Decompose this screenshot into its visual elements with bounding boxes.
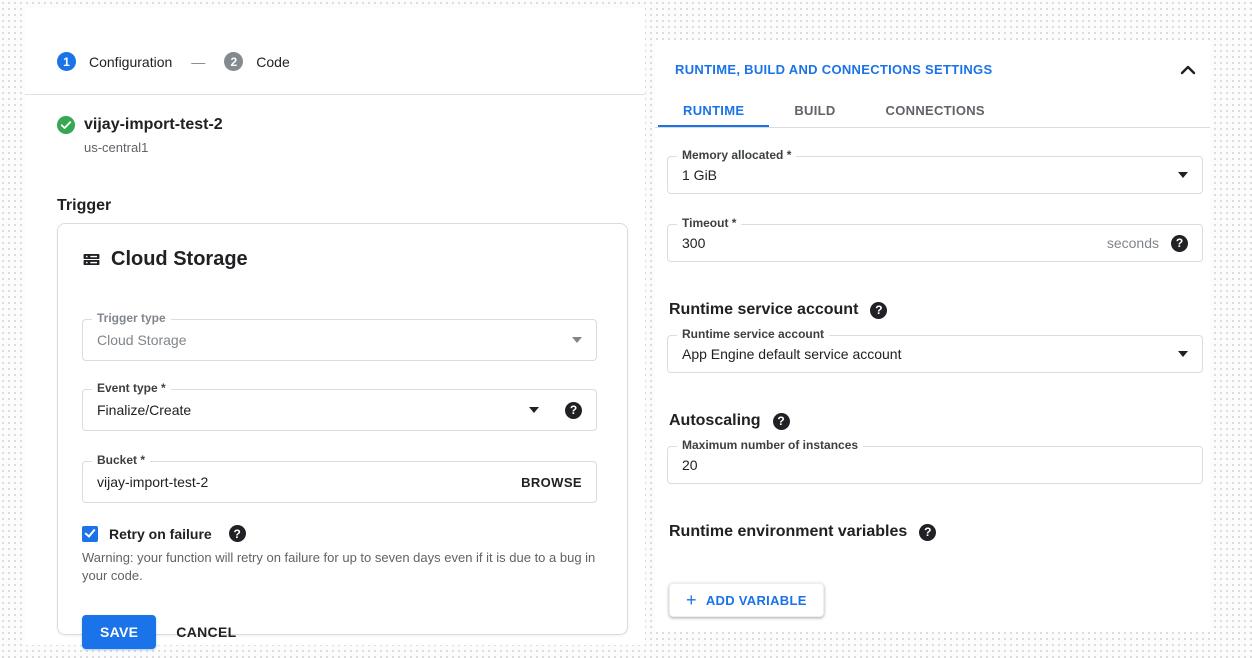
timeout-label: Timeout * — [677, 216, 741, 231]
event-type-value: Finalize/Create — [97, 402, 519, 418]
trigger-type-value: Cloud Storage — [97, 332, 562, 348]
step-1-label[interactable]: Configuration — [89, 54, 172, 70]
runtime-service-account-help-icon[interactable] — [870, 302, 887, 319]
success-check-icon — [57, 116, 75, 134]
max-instances-input[interactable]: 20 — [682, 457, 1188, 473]
function-header: vijay-import-test-2 us-central1 — [25, 95, 645, 155]
trigger-section-title: Trigger — [57, 197, 645, 215]
step-2-label[interactable]: Code — [256, 54, 289, 70]
configuration-panel: 1 Configuration — 2 Code vijay-import-te… — [25, 8, 645, 645]
runtime-env-vars-help-icon[interactable] — [919, 524, 936, 541]
runtime-service-account-label: Runtime service account — [677, 327, 829, 342]
bucket-field[interactable]: Bucket * vijay-import-test-2 BROWSE — [82, 461, 597, 503]
function-region: us-central1 — [57, 134, 645, 155]
retry-checkbox[interactable] — [82, 526, 98, 542]
wizard-stepper: 1 Configuration — 2 Code — [25, 8, 645, 71]
chevron-down-icon — [1178, 351, 1188, 357]
bucket-label: Bucket * — [92, 453, 150, 468]
max-instances-label: Maximum number of instances — [677, 438, 863, 453]
chevron-down-icon — [572, 337, 582, 343]
memory-allocated-select[interactable]: Memory allocated * 1 GiB — [667, 156, 1203, 194]
timeout-help-icon[interactable] — [1171, 235, 1188, 252]
save-button[interactable]: SAVE — [82, 615, 156, 649]
runtime-env-vars-heading: Runtime environment variables — [669, 523, 907, 541]
step-separator: — — [185, 54, 211, 70]
event-type-select[interactable]: Event type * Finalize/Create — [82, 389, 597, 431]
step-2-badge[interactable]: 2 — [224, 52, 243, 71]
tab-connections[interactable]: CONNECTIONS — [861, 94, 1010, 127]
trigger-card-title: Cloud Storage — [111, 248, 248, 271]
settings-tabs: RUNTIME BUILD CONNECTIONS — [655, 94, 1210, 128]
plus-icon — [686, 591, 697, 609]
autoscaling-heading: Autoscaling — [669, 412, 761, 430]
memory-allocated-label: Memory allocated * — [677, 148, 796, 163]
form-actions: SAVE CANCEL — [82, 615, 597, 649]
trigger-card: Cloud Storage Trigger type Cloud Storage… — [57, 223, 628, 635]
retry-label[interactable]: Retry on failure — [109, 526, 212, 542]
tab-build[interactable]: BUILD — [769, 94, 860, 127]
runtime-service-account-select[interactable]: Runtime service account App Engine defau… — [667, 335, 1203, 373]
runtime-service-account-heading: Runtime service account — [669, 301, 858, 319]
trigger-type-label: Trigger type — [92, 311, 171, 326]
retry-help-icon[interactable] — [229, 525, 246, 542]
tab-runtime[interactable]: RUNTIME — [658, 94, 769, 127]
cloud-storage-icon — [82, 250, 101, 269]
settings-header-label[interactable]: RUNTIME, BUILD AND CONNECTIONS SETTINGS — [675, 62, 992, 77]
chevron-down-icon — [529, 407, 539, 413]
runtime-settings-panel: RUNTIME, BUILD AND CONNECTIONS SETTINGS … — [655, 40, 1210, 632]
chevron-up-icon[interactable] — [1180, 65, 1196, 75]
autoscaling-help-icon[interactable] — [773, 413, 790, 430]
max-instances-field[interactable]: Maximum number of instances 20 — [667, 446, 1203, 484]
memory-allocated-value: 1 GiB — [682, 167, 1168, 183]
cancel-button[interactable]: CANCEL — [176, 624, 236, 640]
add-variable-label: ADD VARIABLE — [706, 593, 807, 608]
settings-accordion-header[interactable]: RUNTIME, BUILD AND CONNECTIONS SETTINGS — [655, 40, 1210, 77]
timeout-unit: seconds — [1107, 235, 1159, 251]
chevron-down-icon — [1178, 172, 1188, 178]
step-1-badge[interactable]: 1 — [57, 52, 76, 71]
runtime-service-account-value: App Engine default service account — [682, 346, 1168, 362]
bucket-input[interactable]: vijay-import-test-2 — [97, 474, 521, 490]
event-type-help-icon[interactable] — [565, 402, 582, 419]
timeout-input[interactable]: 300 — [682, 235, 1107, 251]
trigger-type-select[interactable]: Trigger type Cloud Storage — [82, 319, 597, 361]
retry-on-failure-row: Retry on failure — [82, 525, 597, 542]
retry-warning-text: Warning: your function will retry on fai… — [82, 549, 597, 585]
browse-button[interactable]: BROWSE — [521, 475, 582, 490]
timeout-field[interactable]: Timeout * 300 seconds — [667, 224, 1203, 262]
function-name: vijay-import-test-2 — [84, 116, 223, 134]
event-type-label: Event type * — [92, 381, 171, 396]
add-variable-button[interactable]: ADD VARIABLE — [669, 583, 824, 617]
